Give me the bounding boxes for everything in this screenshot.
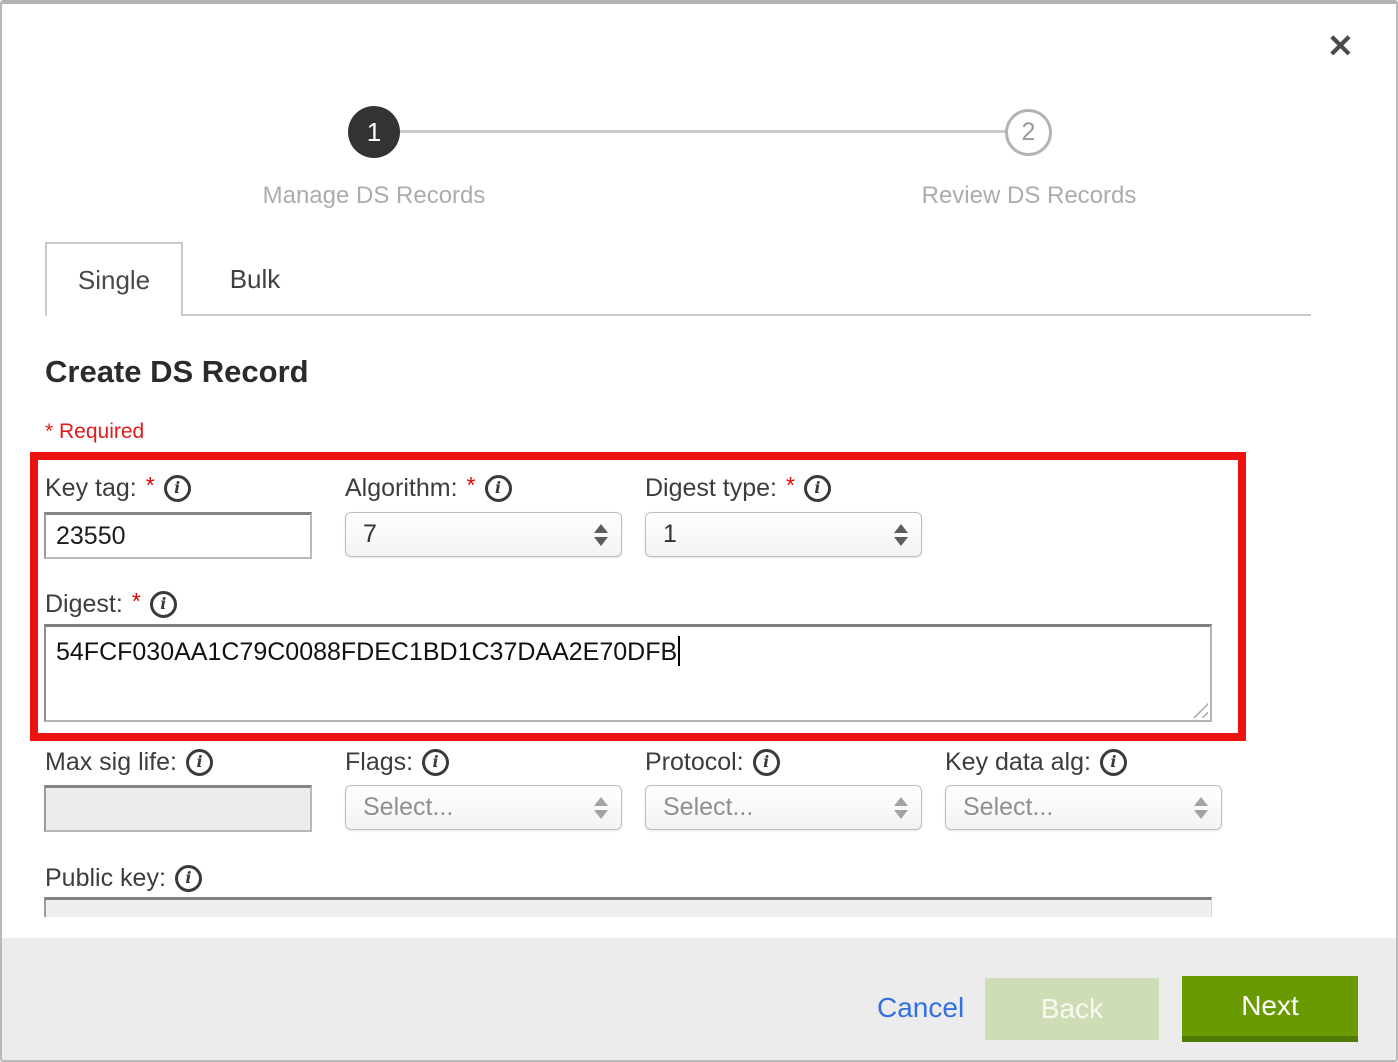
algorithm-label: Algorithm: * i bbox=[345, 472, 512, 504]
info-icon[interactable]: i bbox=[175, 865, 202, 892]
tab-divider-line bbox=[45, 314, 1311, 316]
spinner-arrows-icon bbox=[894, 797, 908, 819]
step-1-label: Manage DS Records bbox=[214, 182, 534, 210]
info-icon-glyph: i bbox=[185, 870, 191, 886]
info-icon-glyph: i bbox=[174, 480, 180, 496]
protocol-select-value: Select... bbox=[663, 793, 753, 822]
key-tag-label: Key tag: * i bbox=[45, 472, 191, 504]
text-caret bbox=[678, 636, 680, 666]
info-icon[interactable]: i bbox=[804, 475, 831, 502]
flags-select[interactable]: Select... bbox=[345, 785, 622, 830]
info-icon-glyph: i bbox=[495, 480, 501, 496]
algorithm-label-text: Algorithm: bbox=[345, 474, 458, 503]
key-tag-label-text: Key tag: bbox=[45, 474, 137, 503]
digest-label: Digest: * i bbox=[45, 588, 177, 620]
digest-type-select-value: 1 bbox=[663, 520, 677, 549]
required-asterisk: * bbox=[786, 472, 795, 499]
spinner-arrows-icon bbox=[594, 524, 608, 546]
info-icon-glyph: i bbox=[1110, 754, 1116, 770]
key-data-alg-label: Key data alg: i bbox=[945, 746, 1127, 778]
resize-grip-icon[interactable] bbox=[1189, 699, 1208, 718]
info-icon[interactable]: i bbox=[422, 749, 449, 776]
info-icon[interactable]: i bbox=[753, 749, 780, 776]
required-asterisk: * bbox=[467, 472, 476, 499]
flags-label-text: Flags: bbox=[345, 748, 413, 777]
spinner-arrows-icon bbox=[594, 797, 608, 819]
cancel-link[interactable]: Cancel bbox=[877, 992, 964, 1024]
back-button[interactable]: Back bbox=[985, 978, 1159, 1040]
required-asterisk: * bbox=[132, 588, 141, 615]
required-asterisk: * bbox=[146, 472, 155, 499]
required-note: * Required bbox=[45, 420, 144, 444]
spinner-arrows-icon bbox=[1194, 797, 1208, 819]
algorithm-select[interactable]: 7 bbox=[345, 512, 622, 557]
flags-select-value: Select... bbox=[363, 793, 453, 822]
protocol-select[interactable]: Select... bbox=[645, 785, 922, 830]
info-icon-glyph: i bbox=[763, 754, 769, 770]
digest-label-text: Digest: bbox=[45, 590, 123, 619]
digest-type-select[interactable]: 1 bbox=[645, 512, 922, 557]
public-key-textarea[interactable] bbox=[44, 897, 1212, 917]
max-sig-life-label-text: Max sig life: bbox=[45, 748, 177, 777]
key-data-alg-label-text: Key data alg: bbox=[945, 748, 1091, 777]
create-ds-record-modal: ✕ 1 2 Manage DS Records Review DS Record… bbox=[0, 0, 1398, 1062]
protocol-label: Protocol: i bbox=[645, 746, 780, 778]
info-icon-glyph: i bbox=[196, 754, 202, 770]
digest-type-label-text: Digest type: bbox=[645, 474, 777, 503]
digest-type-label: Digest type: * i bbox=[645, 472, 831, 504]
info-icon[interactable]: i bbox=[164, 475, 191, 502]
next-button[interactable]: Next bbox=[1182, 976, 1358, 1042]
info-icon[interactable]: i bbox=[485, 475, 512, 502]
algorithm-select-value: 7 bbox=[363, 520, 377, 549]
key-data-alg-select[interactable]: Select... bbox=[945, 785, 1222, 830]
stepper-connector-line bbox=[400, 130, 1006, 133]
info-icon-glyph: i bbox=[433, 754, 439, 770]
tab-single[interactable]: Single bbox=[45, 242, 183, 316]
key-tag-input[interactable] bbox=[44, 512, 312, 559]
public-key-label: Public key: i bbox=[45, 862, 202, 894]
tab-bulk[interactable]: Bulk bbox=[185, 244, 325, 314]
max-sig-life-label: Max sig life: i bbox=[45, 746, 213, 778]
spinner-arrows-icon bbox=[894, 524, 908, 546]
info-icon-glyph: i bbox=[814, 480, 820, 496]
public-key-label-text: Public key: bbox=[45, 864, 166, 893]
digest-textarea[interactable]: 54FCF030AA1C79C0088FDEC1BD1C37DAA2E70DFB bbox=[44, 624, 1212, 722]
info-icon[interactable]: i bbox=[150, 591, 177, 618]
step-1-circle: 1 bbox=[348, 106, 400, 158]
step-2-circle: 2 bbox=[1005, 109, 1052, 156]
page-title: Create DS Record bbox=[45, 354, 309, 390]
flags-label: Flags: i bbox=[345, 746, 449, 778]
key-data-alg-select-value: Select... bbox=[963, 793, 1053, 822]
info-icon-glyph: i bbox=[160, 596, 166, 612]
digest-value: 54FCF030AA1C79C0088FDEC1BD1C37DAA2E70DFB bbox=[56, 638, 677, 666]
close-icon[interactable]: ✕ bbox=[1327, 30, 1354, 62]
protocol-label-text: Protocol: bbox=[645, 748, 744, 777]
info-icon[interactable]: i bbox=[1100, 749, 1127, 776]
step-2-label: Review DS Records bbox=[869, 182, 1189, 210]
info-icon[interactable]: i bbox=[186, 749, 213, 776]
max-sig-life-input[interactable] bbox=[44, 785, 312, 832]
